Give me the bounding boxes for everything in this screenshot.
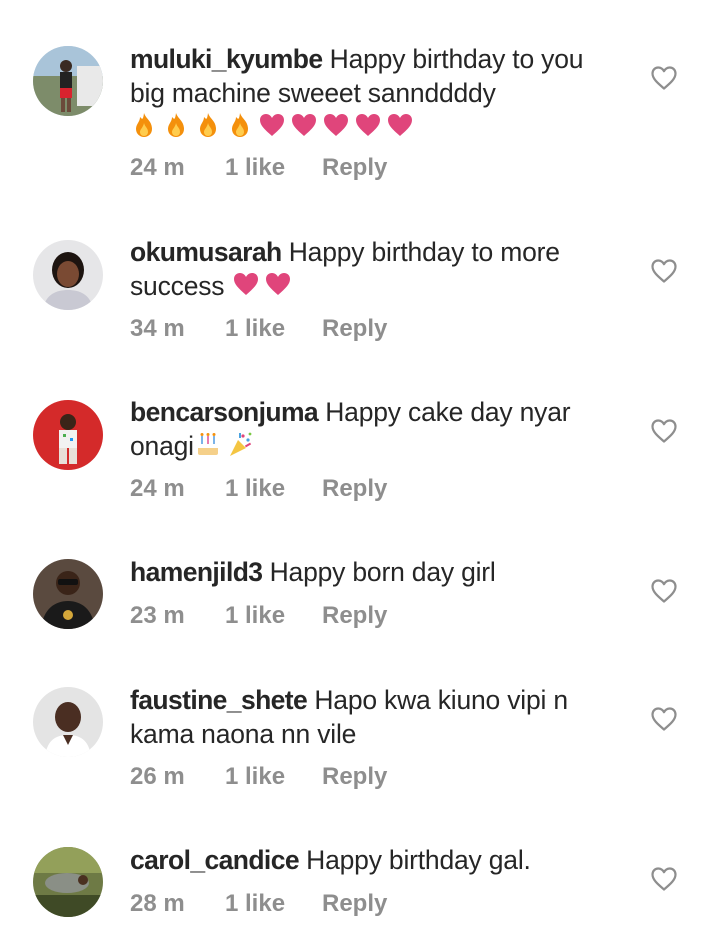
comment-likes[interactable]: 1 like	[225, 154, 322, 182]
heart-emoji-icon	[290, 111, 318, 139]
comment-meta: 24 m 1 like Reply	[130, 475, 387, 503]
like-heart-icon[interactable]	[650, 866, 678, 892]
fire-emoji-icon	[162, 111, 190, 139]
comment-item: faustine_shete Hapo kwa kiuno vipi n kam…	[0, 650, 720, 820]
like-heart-icon[interactable]	[650, 706, 678, 732]
avatar[interactable]	[33, 847, 103, 917]
comment-time: 28 m	[130, 890, 185, 917]
comment-body: carol_candice Happy birthday gal.	[130, 843, 620, 877]
comment-meta: 26 m 1 like Reply	[130, 763, 387, 791]
heart-emoji-icon	[232, 270, 260, 298]
comment-meta: 24 m 1 like Reply	[130, 154, 387, 182]
fire-emoji-icon	[130, 111, 158, 139]
comment-username[interactable]: carol_candice	[130, 845, 300, 875]
like-heart-icon[interactable]	[650, 258, 678, 284]
avatar[interactable]	[33, 400, 103, 470]
comment-text: Happy birthday gal.	[306, 845, 531, 875]
comment-time: 24 m	[130, 475, 185, 502]
birthday-cake-emoji-icon	[194, 430, 222, 458]
comment-username[interactable]: faustine_shete	[130, 685, 308, 715]
reply-button[interactable]: Reply	[322, 154, 387, 182]
comment-likes[interactable]: 1 like	[225, 602, 322, 630]
comment-body: muluki_kyumbe Happy birthday to you big …	[130, 42, 620, 144]
reply-button[interactable]: Reply	[322, 602, 387, 630]
heart-emoji-icon	[258, 111, 286, 139]
comment-time: 26 m	[130, 763, 185, 790]
comment-body: okumusarah Happy birthday to more succes…	[130, 235, 620, 303]
comment-item: muluki_kyumbe Happy birthday to you big …	[0, 0, 720, 200]
comment-item: carol_candice Happy birthday gal. 28 m 1…	[0, 820, 720, 931]
heart-emoji-icon	[322, 111, 350, 139]
fire-emoji-icon	[226, 111, 254, 139]
comment-body: bencarsonjuma Happy cake day nyar onagi	[130, 395, 620, 463]
emoji-group	[130, 111, 414, 139]
comment-meta: 34 m 1 like Reply	[130, 315, 387, 343]
avatar[interactable]	[33, 687, 103, 757]
comment-likes[interactable]: 1 like	[225, 475, 322, 503]
comment-time: 24 m	[130, 154, 185, 181]
emoji-group	[232, 270, 292, 298]
comment-time: 23 m	[130, 602, 185, 629]
like-heart-icon[interactable]	[650, 65, 678, 91]
comment-body: faustine_shete Hapo kwa kiuno vipi n kam…	[130, 683, 620, 751]
comment-likes[interactable]: 1 like	[225, 315, 322, 343]
reply-button[interactable]: Reply	[322, 315, 387, 343]
fire-emoji-icon	[194, 111, 222, 139]
comment-text: Happy born day girl	[269, 557, 496, 587]
comment-item: hamenjild3 Happy born day girl 23 m 1 li…	[0, 520, 720, 650]
like-heart-icon[interactable]	[650, 418, 678, 444]
reply-button[interactable]: Reply	[322, 763, 387, 791]
comment-meta: 23 m 1 like Reply	[130, 602, 387, 630]
comment-likes[interactable]: 1 like	[225, 890, 322, 918]
avatar[interactable]	[33, 559, 103, 629]
party-popper-emoji-icon	[226, 430, 254, 458]
comment-username[interactable]: bencarsonjuma	[130, 397, 319, 427]
emoji-group	[194, 430, 254, 458]
heart-emoji-icon	[386, 111, 414, 139]
comment-username[interactable]: muluki_kyumbe	[130, 44, 323, 74]
like-heart-icon[interactable]	[650, 578, 678, 604]
avatar[interactable]	[33, 240, 103, 310]
comment-body: hamenjild3 Happy born day girl	[130, 555, 620, 589]
comment-meta: 28 m 1 like Reply	[130, 890, 387, 918]
comment-username[interactable]: hamenjild3	[130, 557, 263, 587]
comment-username[interactable]: okumusarah	[130, 237, 282, 267]
comment-likes[interactable]: 1 like	[225, 763, 322, 791]
comment-time: 34 m	[130, 315, 185, 342]
reply-button[interactable]: Reply	[322, 890, 387, 918]
heart-emoji-icon	[264, 270, 292, 298]
heart-emoji-icon	[354, 111, 382, 139]
avatar[interactable]	[33, 46, 103, 116]
reply-button[interactable]: Reply	[322, 475, 387, 503]
comment-item: bencarsonjuma Happy cake day nyar onagi …	[0, 360, 720, 520]
comment-item: okumusarah Happy birthday to more succes…	[0, 200, 720, 360]
